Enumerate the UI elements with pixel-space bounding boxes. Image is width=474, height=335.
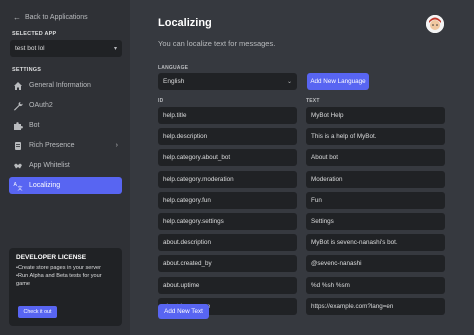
table-row: help.category.about_bot About bot: [158, 149, 445, 167]
sidebar-item-label: OAuth2: [29, 102, 53, 109]
sidebar-item-label: General Information: [29, 82, 91, 89]
language-select-value: English: [163, 78, 185, 85]
document-icon: [13, 141, 23, 151]
home-icon: [13, 81, 23, 91]
list-item: Run Alpha and Beta tests for your game: [16, 272, 115, 288]
list-item: Create store pages in your server: [16, 264, 115, 272]
handshake-icon: [13, 161, 23, 171]
add-new-language-button[interactable]: Add New Language: [307, 73, 369, 90]
sidebar-item-label: Rich Presence: [29, 142, 75, 149]
id-input[interactable]: help.title: [158, 107, 297, 124]
selected-app-label: SELECTED APP: [12, 31, 57, 37]
sidebar-item-label: App Whitelist: [29, 162, 70, 169]
sidebar-item-app-whitelist[interactable]: App Whitelist: [9, 157, 122, 174]
sidebar-item-oauth2[interactable]: OAuth2: [9, 97, 122, 114]
id-input[interactable]: help.category.about_bot: [158, 149, 297, 167]
table-row: help.category.fun Fun: [158, 191, 445, 209]
id-input[interactable]: about.created_by: [158, 255, 297, 273]
sidebar-item-localizing[interactable]: A文 Localizing: [9, 177, 122, 194]
id-input[interactable]: about.uptime: [158, 276, 297, 294]
table-row: about.created_by @sevenc-nanashi: [158, 255, 445, 273]
page-title: Localizing: [158, 17, 212, 29]
language-label: LANGUAGE: [158, 65, 189, 71]
language-select-dropdown[interactable]: English ⌄: [158, 73, 297, 90]
id-input[interactable]: help.description: [158, 128, 297, 146]
sidebar-nav: General Information OAuth2 Bot Rich Pres…: [9, 77, 122, 197]
page-subtitle: You can localize text for messages.: [158, 39, 276, 48]
developer-license-card: DEVELOPER LICENSE Create store pages in …: [9, 248, 122, 326]
id-input[interactable]: help.category.moderation: [158, 170, 297, 188]
id-input[interactable]: help.category.fun: [158, 191, 297, 209]
sidebar: ← Back to Applications SELECTED APP test…: [0, 0, 130, 335]
sidebar-item-label: Bot: [29, 122, 40, 129]
text-input[interactable]: https://example.com?lang=en: [306, 297, 445, 315]
table-row: help.description This is a help of MyBot…: [158, 128, 445, 146]
avatar[interactable]: [426, 15, 444, 33]
chevron-down-icon: ▾: [113, 46, 117, 52]
table-row: about.uptime %d %sh %sm: [158, 276, 445, 294]
text-input[interactable]: Fun: [306, 191, 445, 209]
main-content: Localizing You can localize text for mes…: [130, 0, 474, 335]
sidebar-item-rich-presence[interactable]: Rich Presence ›: [9, 137, 122, 154]
id-input[interactable]: about.description: [158, 234, 297, 252]
chevron-down-icon: ⌄: [286, 79, 292, 85]
text-column-header: TEXT: [306, 98, 320, 104]
chevron-right-icon: ›: [115, 142, 118, 149]
add-new-text-button[interactable]: Add New Text: [158, 304, 209, 319]
text-input[interactable]: Settings: [306, 212, 445, 230]
arrow-left-icon: ←: [13, 13, 21, 22]
app-select-value: test bot lol: [15, 45, 45, 52]
text-input[interactable]: %d %sh %sm: [306, 276, 445, 294]
table-row: about.description MyBot is sevenc-nanash…: [158, 234, 445, 252]
text-input[interactable]: @sevenc-nanashi: [306, 255, 445, 273]
table-row: help.title MyBot Help: [158, 107, 445, 124]
app-select-dropdown[interactable]: test bot lol ▾: [10, 40, 122, 57]
localization-table: help.title MyBot Help help.description T…: [158, 107, 445, 319]
puzzle-icon: [13, 121, 23, 131]
wrench-icon: [13, 101, 23, 111]
text-input[interactable]: MyBot Help: [306, 107, 445, 124]
sidebar-item-label: Localizing: [29, 182, 61, 189]
table-row: help.category.settings Settings: [158, 212, 445, 230]
text-input[interactable]: Moderation: [306, 170, 445, 188]
back-to-applications-link[interactable]: ← Back to Applications: [13, 13, 88, 22]
id-column-header: ID: [158, 98, 164, 104]
settings-label: SETTINGS: [12, 67, 42, 73]
developer-license-bullets: Create store pages in your server Run Al…: [16, 264, 115, 288]
table-row: help.category.moderation Moderation: [158, 170, 445, 188]
svg-text:文: 文: [18, 185, 23, 191]
check-it-out-button[interactable]: Check it out: [18, 306, 57, 318]
translate-icon: A文: [13, 181, 23, 191]
text-input[interactable]: This is a help of MyBot.: [306, 128, 445, 146]
text-input[interactable]: MyBot is sevenc-nanashi's bot.: [306, 234, 445, 252]
sidebar-item-bot[interactable]: Bot: [9, 117, 122, 134]
sidebar-item-general-information[interactable]: General Information: [9, 77, 122, 94]
developer-license-title: DEVELOPER LICENSE: [16, 254, 87, 261]
text-input[interactable]: About bot: [306, 149, 445, 167]
id-input[interactable]: help.category.settings: [158, 212, 297, 230]
back-label: Back to Applications: [25, 14, 88, 21]
